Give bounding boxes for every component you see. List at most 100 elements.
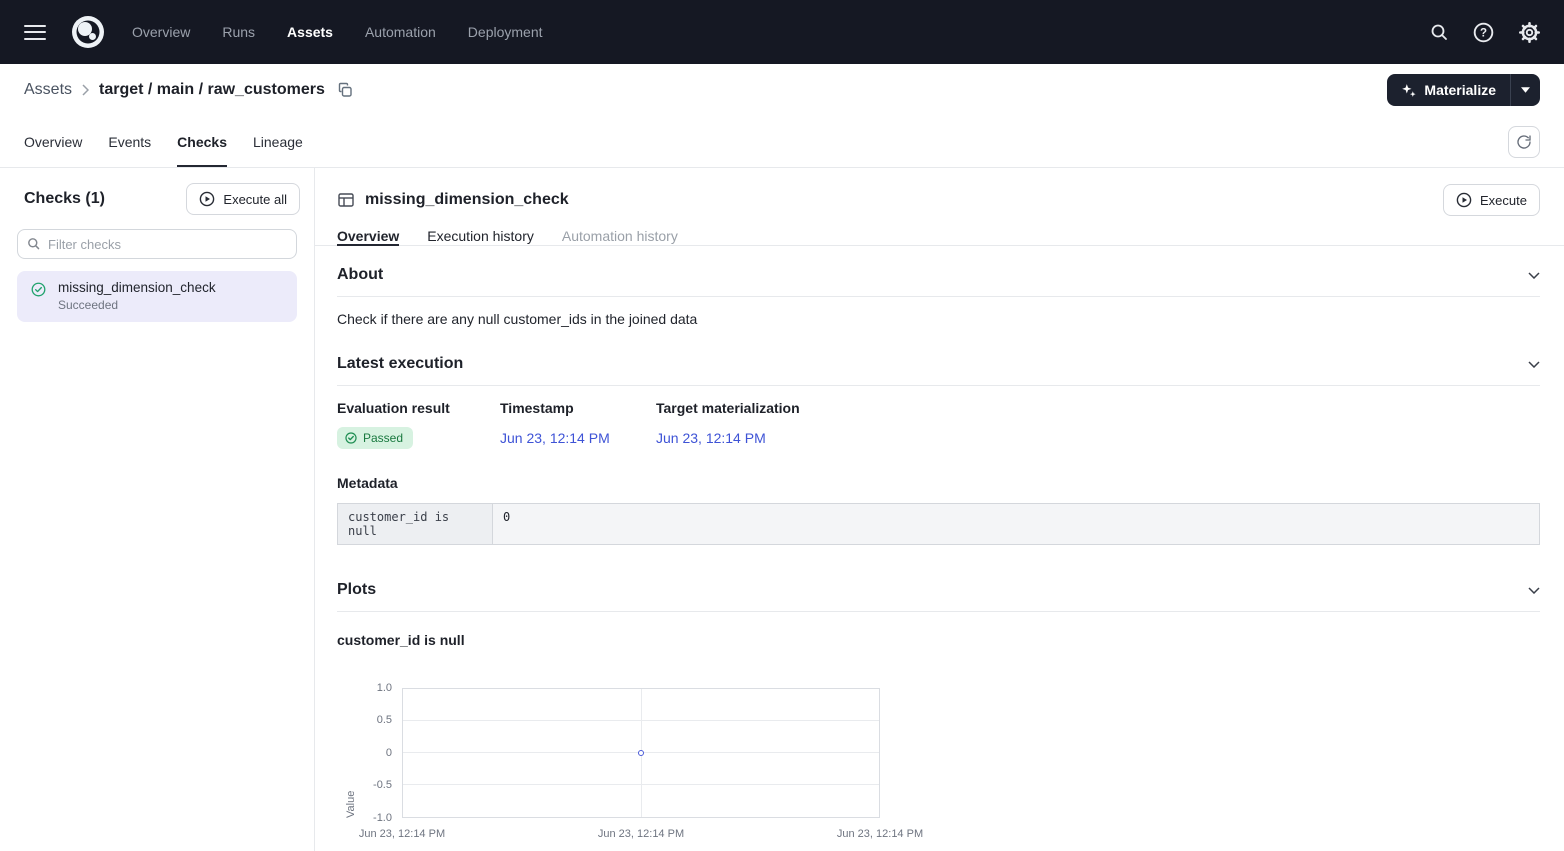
check-detail-pane: missing_dimension_check Execute Overview… (315, 168, 1564, 851)
tab-lineage[interactable]: Lineage (253, 116, 303, 167)
y-tick: 0.5 (337, 714, 392, 726)
subtab-execution-history[interactable]: Execution history (427, 226, 534, 246)
nav-deployment[interactable]: Deployment (462, 20, 549, 44)
app-logo-icon[interactable] (70, 14, 106, 50)
target-materialization-link[interactable]: Jun 23, 12:14 PM (656, 430, 1540, 446)
menu-button[interactable] (24, 25, 46, 40)
execute-label: Execute (1480, 193, 1527, 208)
metadata-plot: Value 1.0 0.5 0 -0.5 -1.0 Jun 23, 12:14 … (337, 688, 1540, 851)
plot-area (402, 688, 880, 818)
chevron-right-icon (82, 84, 89, 96)
chevron-down-icon (1528, 587, 1540, 594)
tab-events[interactable]: Events (108, 116, 151, 167)
latest-execution-heading: Latest execution (337, 355, 463, 373)
about-heading: About (337, 266, 383, 284)
y-tick: 0 (337, 747, 392, 759)
caret-down-icon (1521, 87, 1530, 93)
breadcrumb-assets-link[interactable]: Assets (24, 81, 72, 99)
search-icon (27, 237, 40, 250)
chevron-down-icon (1528, 272, 1540, 279)
top-navigation: Overview Runs Assets Automation Deployme… (0, 0, 1564, 64)
primary-nav: Overview Runs Assets Automation Deployme… (126, 20, 549, 44)
x-tick: Jun 23, 12:14 PM (837, 828, 923, 840)
subtab-overview[interactable]: Overview (337, 226, 399, 246)
search-icon (1430, 23, 1448, 41)
asset-tabs-row: Overview Events Checks Lineage (0, 116, 1564, 168)
asset-tabs: Overview Events Checks Lineage (24, 116, 303, 167)
metadata-heading: Metadata (337, 475, 1540, 491)
refresh-icon (1516, 134, 1532, 150)
section-divider (337, 385, 1540, 386)
checks-list: missing_dimension_check Succeeded (0, 271, 314, 322)
nav-runs[interactable]: Runs (216, 20, 261, 44)
plot-title: customer_id is null (337, 632, 1540, 648)
copy-button[interactable] (337, 82, 353, 98)
timestamp-link[interactable]: Jun 23, 12:14 PM (500, 430, 656, 446)
list-item-check[interactable]: missing_dimension_check Succeeded (17, 271, 297, 322)
settings-button[interactable] (1519, 22, 1540, 43)
execute-all-button[interactable]: Execute all (186, 183, 300, 215)
check-name: missing_dimension_check (58, 280, 285, 295)
check-title: missing_dimension_check (365, 191, 1433, 209)
metadata-key: customer_id is null (338, 504, 493, 544)
check-detail-body: About Check if there are any null custom… (315, 246, 1564, 851)
check-success-icon (345, 432, 357, 444)
checks-sidebar-header: Checks (1) Execute all (0, 168, 314, 229)
copy-icon (337, 82, 353, 98)
tab-overview[interactable]: Overview (24, 116, 82, 167)
gear-icon (1519, 22, 1540, 43)
check-status: Succeeded (58, 298, 285, 312)
check-detail-header: missing_dimension_check Execute (315, 168, 1564, 226)
chart-point[interactable] (638, 750, 644, 756)
materialize-label: Materialize (1424, 82, 1496, 98)
sparkle-icon (1401, 83, 1416, 98)
nav-automation[interactable]: Automation (359, 20, 442, 44)
checks-sidebar: Checks (1) Execute all missing_dimension… (0, 168, 315, 851)
help-icon: ? (1473, 22, 1494, 43)
y-tick: 1.0 (337, 682, 392, 694)
materialize-button[interactable]: Materialize (1387, 74, 1510, 106)
x-tick: Jun 23, 12:14 PM (359, 828, 445, 840)
execution-table-header: Evaluation result Timestamp Target mater… (337, 400, 1540, 416)
chevron-down-icon (1528, 361, 1540, 368)
refresh-button[interactable] (1508, 126, 1540, 158)
execution-table-row: Passed Jun 23, 12:14 PM Jun 23, 12:14 PM (337, 427, 1540, 449)
filter-checks-input[interactable] (17, 229, 297, 259)
help-button[interactable]: ? (1473, 22, 1494, 43)
asset-check-icon (337, 191, 355, 209)
y-tick: -0.5 (337, 779, 392, 791)
play-circle-icon (199, 191, 215, 207)
status-badge: Passed (337, 427, 413, 449)
execute-button[interactable]: Execute (1443, 184, 1540, 216)
filter-checks-wrap (17, 229, 297, 259)
plots-section-header[interactable]: Plots (337, 545, 1540, 611)
col-target-materialization: Target materialization (656, 400, 1540, 416)
svg-text:?: ? (1480, 27, 1487, 39)
content-area: Checks (1) Execute all missing_dimension… (0, 168, 1564, 851)
check-detail-tabs: Overview Execution history Automation hi… (315, 226, 1564, 246)
nav-assets[interactable]: Assets (281, 20, 339, 44)
asset-key-path: target / main / raw_customers (99, 81, 325, 99)
execute-all-label: Execute all (223, 192, 287, 207)
nav-overview[interactable]: Overview (126, 20, 196, 44)
check-description: Check if there are any null customer_ids… (337, 311, 1540, 327)
search-button[interactable] (1430, 23, 1448, 41)
section-divider (337, 296, 1540, 297)
play-circle-icon (1456, 192, 1472, 208)
y-tick: -1.0 (337, 812, 392, 824)
section-divider (337, 611, 1540, 612)
latest-execution-section-header[interactable]: Latest execution (337, 327, 1540, 385)
check-success-icon (31, 282, 46, 297)
evaluation-result: Passed (363, 431, 403, 445)
materialize-split-button: Materialize (1387, 74, 1540, 106)
checks-count-title: Checks (1) (24, 190, 105, 208)
tab-checks[interactable]: Checks (177, 116, 227, 167)
metadata-table: customer_id is null 0 (337, 503, 1540, 545)
materialize-options-button[interactable] (1510, 74, 1540, 106)
plots-heading: Plots (337, 581, 376, 599)
subtab-automation-history[interactable]: Automation history (562, 226, 678, 246)
col-timestamp: Timestamp (500, 400, 656, 416)
hamburger-icon (24, 25, 46, 40)
col-evaluation-result: Evaluation result (337, 400, 500, 416)
about-section-header[interactable]: About (337, 246, 1540, 296)
